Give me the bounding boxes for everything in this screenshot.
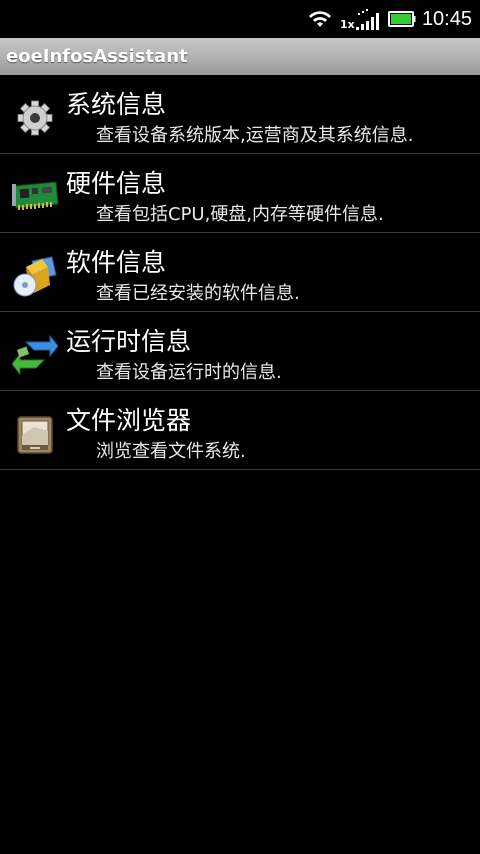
item-description: 查看设备运行时的信息. (96, 362, 282, 383)
list-item-system-info[interactable]: 系统信息 查看设备系统版本,运营商及其系统信息. (0, 75, 480, 154)
status-bar: 1x 10:45 (0, 0, 480, 38)
wifi-icon (308, 11, 331, 27)
gear-icon (17, 100, 53, 136)
clock: 10:45 (421, 7, 472, 30)
sync-arrows-icon (12, 334, 58, 376)
item-title: 硬件信息 (66, 169, 167, 198)
list-item-software-info[interactable]: 软件信息 查看已经安装的软件信息. (0, 233, 480, 312)
signal-icon: 1x (340, 7, 380, 31)
item-description: 浏览查看文件系统. (96, 441, 246, 462)
item-title: 文件浏览器 (66, 406, 192, 435)
list-item-runtime-info[interactable]: 运行时信息 查看设备运行时的信息. (0, 312, 480, 391)
battery-icon (387, 11, 416, 27)
item-description: 查看设备系统版本,运营商及其系统信息. (96, 125, 414, 146)
item-description: 查看包括CPU,硬盘,内存等硬件信息. (96, 204, 384, 225)
app-title-bar: eoeInfosAssistant (0, 38, 480, 75)
list-item-file-browser[interactable]: 文件浏览器 浏览查看文件系统. (0, 391, 480, 470)
item-title: 运行时信息 (66, 327, 192, 356)
circuit-board-icon (12, 181, 59, 210)
item-title: 软件信息 (66, 248, 167, 277)
app-title: eoeInfosAssistant (6, 46, 188, 67)
item-description: 查看已经安装的软件信息. (96, 283, 300, 304)
status-icons: 1x 10:45 (308, 0, 472, 38)
software-package-icon (13, 256, 57, 297)
item-title: 系统信息 (66, 90, 167, 119)
file-cabinet-icon (17, 416, 53, 454)
info-list: 系统信息 查看设备系统版本,运营商及其系统信息. 硬件信息 查看包括CPU,硬盘… (0, 75, 480, 470)
list-item-hardware-info[interactable]: 硬件信息 查看包括CPU,硬盘,内存等硬件信息. (0, 154, 480, 233)
